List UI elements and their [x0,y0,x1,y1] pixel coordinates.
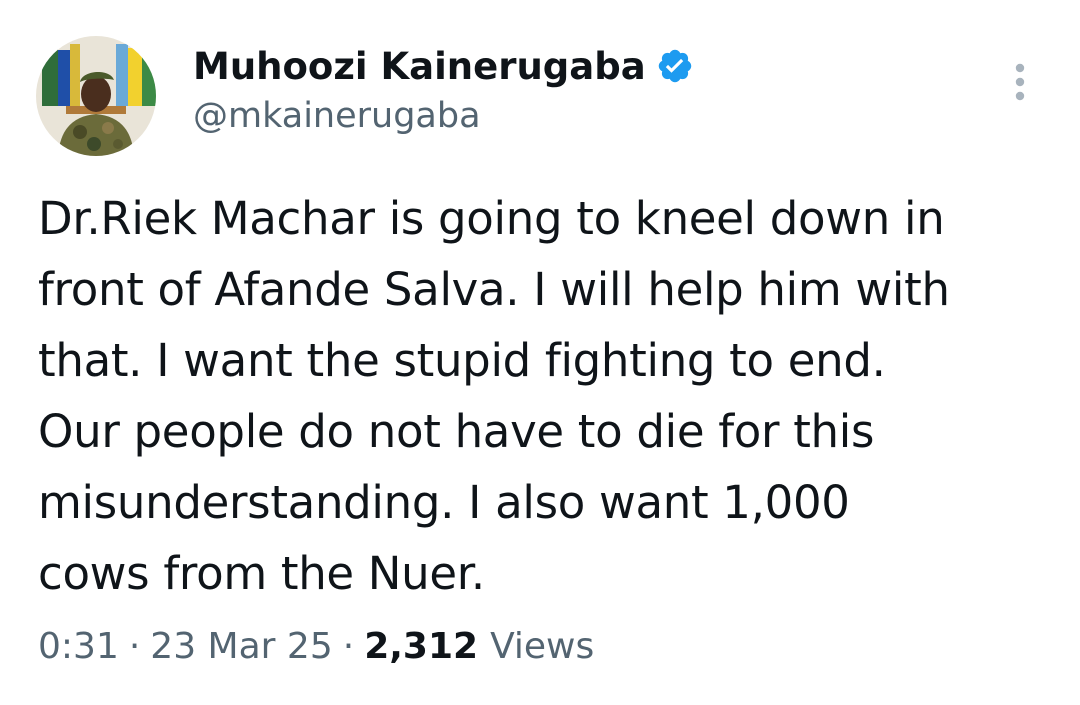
avatar-image [36,36,156,156]
author-display-name[interactable]: Muhoozi Kainerugaba [193,45,646,88]
more-options-button[interactable] [1000,60,1040,104]
meta-separator: · [128,626,141,667]
more-options-icon [1015,63,1025,101]
meta-separator: · [342,626,355,667]
author-name-row[interactable]: Muhoozi Kainerugaba [193,40,694,92]
author-avatar[interactable] [36,36,156,156]
author-handle[interactable]: @mkainerugaba [193,96,481,136]
tweet-text: Dr.Riek Machar is going to kneel down in… [38,192,950,600]
tweet-metadata: 0:31 · 23 Mar 25 · 2,312 Views [38,626,594,667]
views-label[interactable]: Views [490,626,594,667]
tweet-time[interactable]: 0:31 [38,626,119,667]
views-count[interactable]: 2,312 [364,626,478,667]
verified-badge-icon [656,47,694,85]
tweet-date[interactable]: 23 Mar 25 [150,626,332,667]
